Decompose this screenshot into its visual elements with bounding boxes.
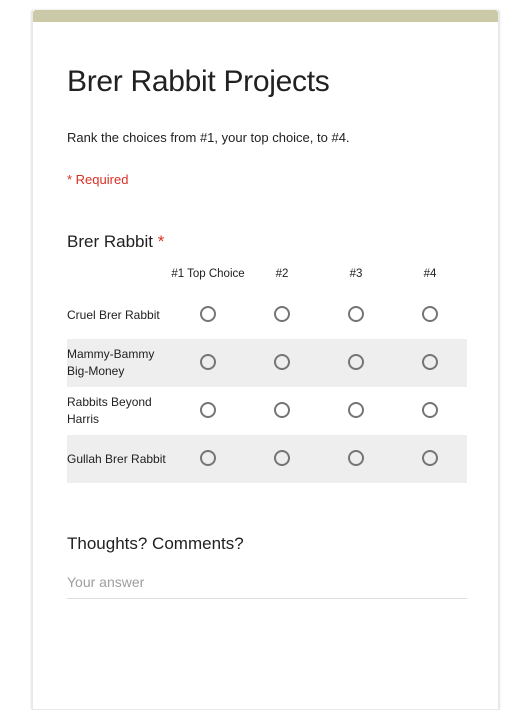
radio-button-r1c2[interactable] bbox=[274, 306, 290, 323]
grid-cell-r1c1[interactable] bbox=[171, 291, 245, 339]
grid-cell-r1c2[interactable] bbox=[245, 291, 319, 339]
radio-button-r1c3[interactable] bbox=[348, 306, 364, 323]
grid-header-row: #1 Top Choice #2 #3 #4 bbox=[67, 267, 467, 290]
grid-row-label-3: Rabbits Beyond Harris bbox=[67, 395, 152, 426]
radio-button-r4c2[interactable] bbox=[274, 450, 290, 467]
page-title: Brer Rabbit Projects bbox=[67, 65, 330, 98]
grid-column-header-4: #4 bbox=[423, 268, 437, 281]
grid-column-header-1: #1 Top Choice bbox=[171, 268, 245, 281]
grid-cell-r2c2[interactable] bbox=[245, 339, 319, 387]
grid-row-label-2: Mammy-Bammy Big-Money bbox=[67, 347, 155, 378]
required-note: * Required bbox=[67, 172, 129, 187]
grid-cell-r4c4[interactable] bbox=[393, 435, 467, 483]
radio-button-r3c4[interactable] bbox=[422, 402, 438, 419]
grid-cell-r3c2[interactable] bbox=[245, 387, 319, 435]
radio-button-r2c3[interactable] bbox=[348, 354, 364, 371]
grid-cell-r1c3[interactable] bbox=[319, 291, 393, 339]
grid-question-label: Brer Rabbit bbox=[67, 232, 153, 252]
radio-button-r2c2[interactable] bbox=[274, 354, 290, 371]
grid-question-title: Brer Rabbit * bbox=[67, 231, 464, 253]
grid-cell-r3c4[interactable] bbox=[393, 387, 467, 435]
grid-cell-r1c4[interactable] bbox=[393, 291, 467, 339]
grid-cell-r2c3[interactable] bbox=[319, 339, 393, 387]
grid-cell-r3c3[interactable] bbox=[319, 387, 393, 435]
grid-cell-r2c1[interactable] bbox=[171, 339, 245, 387]
form-description: Rank the choices from #1, your top choic… bbox=[67, 129, 350, 145]
comments-question: Thoughts? Comments? bbox=[67, 483, 467, 599]
radio-button-r1c1[interactable] bbox=[200, 306, 216, 323]
table-row: Gullah Brer Rabbit bbox=[67, 434, 467, 483]
table-row: Cruel Brer Rabbit bbox=[67, 290, 467, 339]
grid-question: Brer Rabbit * #1 Top Choice #2 #3 #4 Cru… bbox=[67, 189, 467, 483]
radio-button-r1c4[interactable] bbox=[422, 306, 438, 323]
form-card: Brer Rabbit Projects Rank the choices fr… bbox=[32, 10, 499, 710]
radio-button-r4c4[interactable] bbox=[422, 450, 438, 467]
form-header-color-bar bbox=[33, 10, 498, 22]
form-body: Brer Rabbit Projects Rank the choices fr… bbox=[33, 22, 498, 599]
grid-cell-r3c1[interactable] bbox=[171, 387, 245, 435]
grid-corner-cell bbox=[67, 267, 171, 290]
grid-row-label-1: Cruel Brer Rabbit bbox=[67, 307, 160, 322]
grid-cell-r4c2[interactable] bbox=[245, 435, 319, 483]
radio-button-r4c3[interactable] bbox=[348, 450, 364, 467]
grid-row-label-4: Gullah Brer Rabbit bbox=[67, 451, 166, 466]
radio-button-r2c4[interactable] bbox=[422, 354, 438, 371]
grid-cell-r4c1[interactable] bbox=[171, 435, 245, 483]
radio-button-r2c1[interactable] bbox=[200, 354, 216, 371]
grid-column-header-2: #2 bbox=[275, 268, 289, 281]
comments-answer-input[interactable] bbox=[67, 573, 467, 599]
grid-column-header-3: #3 bbox=[349, 268, 363, 281]
grid-cell-r2c4[interactable] bbox=[393, 339, 467, 387]
comments-question-title: Thoughts? Comments? bbox=[67, 533, 244, 553]
radio-button-r4c1[interactable] bbox=[200, 450, 216, 467]
table-row: Mammy-Bammy Big-Money bbox=[67, 338, 467, 387]
radio-button-r3c3[interactable] bbox=[348, 402, 364, 419]
required-asterisk: * bbox=[157, 232, 165, 252]
radio-button-r3c2[interactable] bbox=[274, 402, 290, 419]
multiple-choice-grid: #1 Top Choice #2 #3 #4 Cruel Brer Rabbit bbox=[67, 267, 467, 483]
radio-button-r3c1[interactable] bbox=[200, 402, 216, 419]
table-row: Rabbits Beyond Harris bbox=[67, 386, 467, 435]
grid-cell-r4c3[interactable] bbox=[319, 435, 393, 483]
